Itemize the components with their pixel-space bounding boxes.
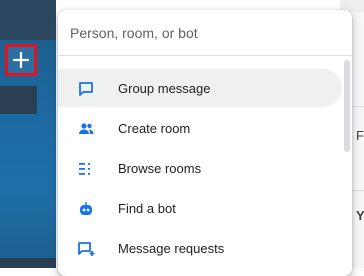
chat-bubble-icon <box>79 82 93 96</box>
rail-strip <box>0 86 37 114</box>
background-text: F <box>356 128 364 143</box>
new-chat-menu: Group message Create room Browse rooms <box>58 10 352 276</box>
menu-item-create-room[interactable]: Create room <box>58 109 342 147</box>
menu-scrollbar[interactable] <box>344 60 350 152</box>
search-input[interactable] <box>58 10 352 56</box>
menu-item-find-bot[interactable]: Find a bot <box>58 189 342 227</box>
menu-item-message-requests[interactable]: Message requests <box>58 229 342 267</box>
message-add-icon <box>78 242 95 256</box>
add-button[interactable] <box>5 44 37 76</box>
menu-item-label: Find a bot <box>118 200 176 216</box>
background-text: Y <box>356 208 364 223</box>
bot-icon <box>80 202 92 215</box>
rail-strip-bottom <box>0 258 56 268</box>
menu-item-group-message[interactable]: Group message <box>58 69 342 107</box>
list-icon <box>79 163 90 175</box>
menu-item-label: Message requests <box>118 240 225 256</box>
menu-item-label: Group message <box>118 80 211 96</box>
rail-top-bar <box>0 0 56 40</box>
menu-item-label: Browse rooms <box>118 160 202 176</box>
people-icon <box>79 123 94 134</box>
plus-icon <box>12 51 30 69</box>
menu-item-label: Create room <box>118 120 191 136</box>
menu-item-browse-rooms[interactable]: Browse rooms <box>58 149 342 187</box>
left-rail <box>0 0 56 268</box>
